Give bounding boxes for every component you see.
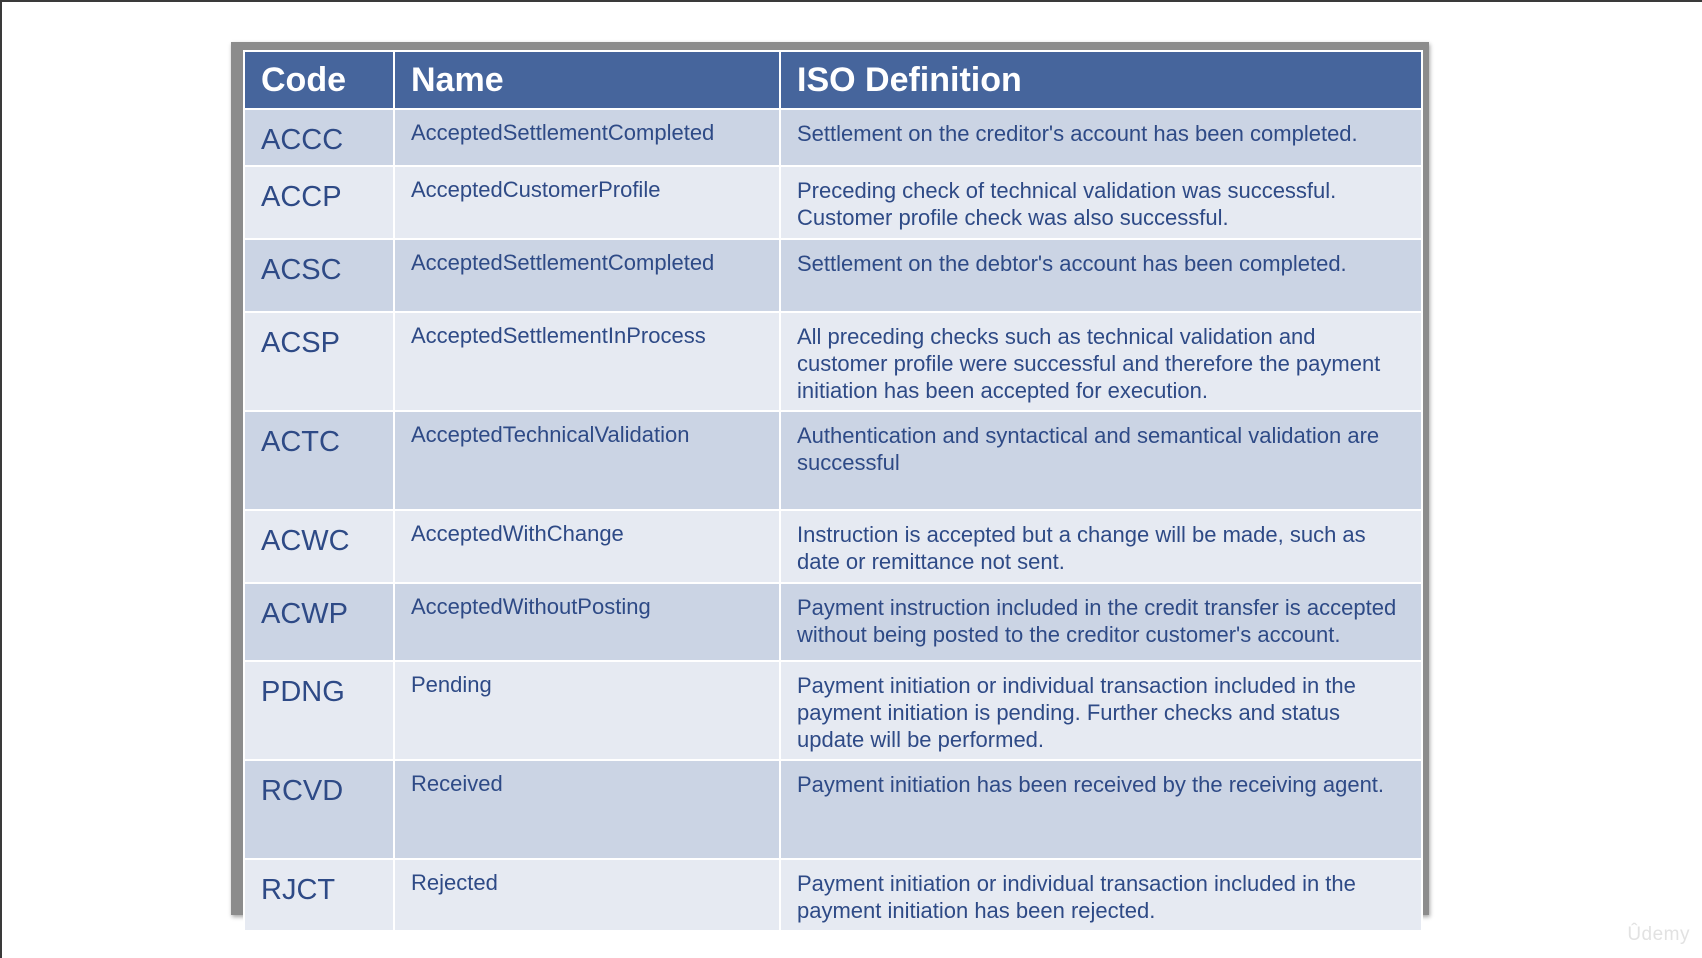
definition-cell: Settlement on the creditor's account has… [781,110,1421,165]
code-cell: ACWC [245,511,393,582]
table-row: ACSP AcceptedSettlementInProcess All pre… [245,313,1421,410]
table-row: RJCT Rejected Payment initiation or indi… [245,860,1421,930]
table-row: ACWP AcceptedWithoutPosting Payment inst… [245,584,1421,660]
name-cell: Received [395,761,779,858]
status-code-table: Code Name ISO Definition ACCC AcceptedSe… [243,50,1423,932]
name-cell: AcceptedSettlementCompleted [395,240,779,311]
column-header-code: Code [245,52,393,108]
code-cell: ACCC [245,110,393,165]
frame-edge-top [0,0,1702,2]
frame-edge-left [0,0,2,958]
name-cell: AcceptedWithoutPosting [395,584,779,660]
name-cell: AcceptedTechnicalValidation [395,412,779,509]
code-cell: ACSP [245,313,393,410]
definition-cell: All preceding checks such as technical v… [781,313,1421,410]
definition-cell: Settlement on the debtor's account has b… [781,240,1421,311]
name-cell: AcceptedWithChange [395,511,779,582]
table-row: ACTC AcceptedTechnicalValidation Authent… [245,412,1421,509]
definition-cell: Preceding check of technical validation … [781,167,1421,238]
udemy-watermark-logo: Ûdemy [1627,924,1690,945]
table-row: ACCP AcceptedCustomerProfile Preceding c… [245,167,1421,238]
code-cell: ACSC [245,240,393,311]
table-row: RCVD Received Payment initiation has bee… [245,761,1421,858]
table-row: PDNG Pending Payment initiation or indiv… [245,662,1421,759]
status-code-table-container: Code Name ISO Definition ACCC AcceptedSe… [231,42,1429,932]
definition-cell: Payment instruction included in the cred… [781,584,1421,660]
name-cell: Rejected [395,860,779,930]
column-header-name: Name [395,52,779,108]
code-cell: ACWP [245,584,393,660]
column-header-iso-definition: ISO Definition [781,52,1421,108]
definition-cell: Payment initiation or individual transac… [781,662,1421,759]
code-cell: ACTC [245,412,393,509]
name-cell: AcceptedCustomerProfile [395,167,779,238]
definition-cell: Payment initiation has been received by … [781,761,1421,858]
definition-cell: Instruction is accepted but a change wil… [781,511,1421,582]
code-cell: RCVD [245,761,393,858]
table-row: ACCC AcceptedSettlementCompleted Settlem… [245,110,1421,165]
code-cell: RJCT [245,860,393,930]
code-cell: PDNG [245,662,393,759]
definition-cell: Authentication and syntactical and seman… [781,412,1421,509]
code-cell: ACCP [245,167,393,238]
name-cell: Pending [395,662,779,759]
definition-cell: Payment initiation or individual transac… [781,860,1421,930]
name-cell: AcceptedSettlementInProcess [395,313,779,410]
table-row: ACSC AcceptedSettlementCompleted Settlem… [245,240,1421,311]
table-row: ACWC AcceptedWithChange Instruction is a… [245,511,1421,582]
table-header-row: Code Name ISO Definition [245,52,1421,108]
name-cell: AcceptedSettlementCompleted [395,110,779,165]
